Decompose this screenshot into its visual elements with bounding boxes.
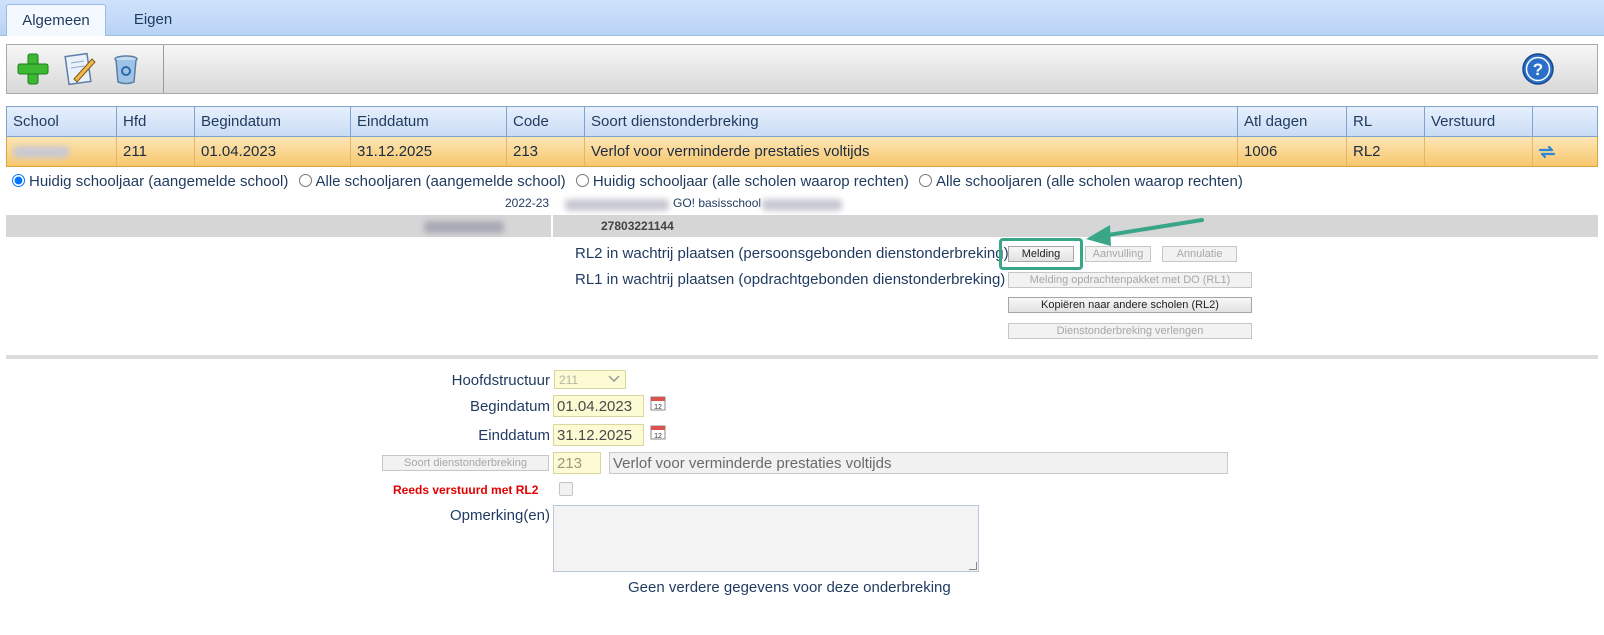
help-icon[interactable]: ? bbox=[1521, 52, 1555, 86]
cell-school bbox=[7, 137, 117, 166]
column-atl-dagen[interactable]: Atl dagen bbox=[1238, 107, 1347, 136]
radio-input[interactable] bbox=[298, 174, 312, 187]
hoofdstructuur-value: 211 bbox=[559, 373, 579, 387]
redacted-school-city bbox=[762, 199, 842, 211]
column-code[interactable]: Code bbox=[507, 107, 585, 136]
toolbar: ? bbox=[6, 44, 1598, 94]
radio-label: Huidig schooljaar (aangemelde school) bbox=[29, 173, 289, 190]
radio-input[interactable] bbox=[919, 174, 933, 187]
reeds-verstuurd-checkbox[interactable] bbox=[559, 482, 573, 496]
rl2-label: RL2 in wachtrij plaatsen (persoonsgebond… bbox=[575, 245, 1009, 262]
column-rl[interactable]: RL bbox=[1347, 107, 1425, 136]
person-number: 27803221144 bbox=[601, 219, 674, 233]
toolbar-separator bbox=[163, 45, 164, 93]
radio-alle-aangemeld[interactable]: Alle schooljaren (aangemelde school) bbox=[298, 173, 566, 190]
verlengen-button[interactable]: Dienstonderbreking verlengen bbox=[1008, 323, 1252, 339]
column-verstuurd[interactable]: Verstuurd bbox=[1425, 107, 1533, 136]
begindatum-input[interactable]: 01.04.2023 bbox=[553, 395, 644, 417]
soort-omschrijving-input: Verlof voor verminderde prestaties volti… bbox=[609, 452, 1228, 474]
cell-atl-dagen: 1006 bbox=[1238, 137, 1347, 166]
column-einddatum[interactable]: Einddatum bbox=[351, 107, 507, 136]
annotation-arrow-icon bbox=[1086, 218, 1204, 246]
section-divider bbox=[6, 355, 1598, 359]
cell-einddatum: 31.12.2025 bbox=[351, 137, 507, 166]
radio-input[interactable] bbox=[575, 174, 589, 187]
tab-algemeen[interactable]: Algemeen bbox=[6, 4, 106, 36]
radio-label: Alle schooljaren (alle scholen waarop re… bbox=[936, 173, 1243, 190]
tab-bar: Algemeen Eigen bbox=[0, 0, 1604, 36]
radio-input[interactable] bbox=[12, 174, 25, 187]
einddatum-label: Einddatum bbox=[478, 427, 550, 444]
redacted-person-name bbox=[424, 221, 504, 233]
melding-rl1-button[interactable]: Melding opdrachtenpakket met DO (RL1) bbox=[1008, 272, 1252, 288]
cell-soort: Verlof voor verminderde prestaties volti… bbox=[585, 137, 1238, 166]
redacted-school-number bbox=[565, 199, 669, 211]
column-hfd[interactable]: Hfd bbox=[117, 107, 195, 136]
redacted-school bbox=[13, 146, 69, 159]
refresh-icon[interactable] bbox=[1537, 142, 1557, 162]
melding-button[interactable]: Melding bbox=[1008, 246, 1074, 262]
rl1-label: RL1 in wachtrij plaatsen (opdrachtgebond… bbox=[575, 271, 1006, 288]
no-data-message: Geen verdere gegevens voor deze onderbre… bbox=[628, 579, 951, 596]
number-bar: 27803221144 bbox=[553, 215, 1598, 237]
column-begindatum[interactable]: Begindatum bbox=[195, 107, 351, 136]
table-row[interactable]: 211 01.04.2023 31.12.2025 213 Verlof voo… bbox=[6, 137, 1598, 167]
radio-label: Alle schooljaren (aangemelde school) bbox=[315, 173, 566, 190]
einddatum-input[interactable]: 31.12.2025 bbox=[553, 424, 644, 446]
cell-begindatum: 01.04.2023 bbox=[195, 137, 351, 166]
kopieren-button[interactable]: Kopiëren naar andere scholen (RL2) bbox=[1008, 297, 1252, 313]
cell-hfd: 211 bbox=[117, 137, 195, 166]
radio-alle-alle[interactable]: Alle schooljaren (alle scholen waarop re… bbox=[919, 173, 1243, 190]
soort-dienstonderbreking-button[interactable]: Soort dienstonderbreking bbox=[382, 455, 549, 471]
svg-text:?: ? bbox=[1533, 60, 1543, 79]
svg-text:12: 12 bbox=[654, 433, 662, 440]
person-bar bbox=[6, 215, 551, 237]
calendar-icon[interactable]: 12 bbox=[650, 395, 666, 411]
opmerkingen-label: Opmerking(en) bbox=[449, 507, 550, 524]
radio-label: Huidig schooljaar (alle scholen waarop r… bbox=[592, 173, 909, 190]
begindatum-label: Begindatum bbox=[469, 398, 550, 415]
calendar-icon[interactable]: 12 bbox=[650, 424, 666, 440]
soort-code-input[interactable]: 213 bbox=[553, 452, 601, 474]
grid-header: School Hfd Begindatum Einddatum Code Soo… bbox=[6, 106, 1598, 137]
column-school[interactable]: School bbox=[7, 107, 117, 136]
tab-eigen[interactable]: Eigen bbox=[110, 4, 196, 36]
cell-verstuurd bbox=[1425, 137, 1533, 166]
svg-text:12: 12 bbox=[654, 404, 662, 411]
schooljaar-value: 2022-23 bbox=[505, 196, 550, 210]
cell-rl: RL2 bbox=[1347, 137, 1425, 166]
add-icon[interactable] bbox=[15, 51, 51, 87]
column-soort[interactable]: Soort dienstonderbreking bbox=[585, 107, 1238, 136]
radio-huidig-alle[interactable]: Huidig schooljaar (alle scholen waarop r… bbox=[575, 173, 909, 190]
school-name: GO! basisschool bbox=[673, 196, 762, 210]
chevron-down-icon bbox=[608, 375, 620, 383]
hoofdstructuur-label: Hoofdstructuur bbox=[451, 372, 550, 389]
hoofdstructuur-select[interactable]: 211 bbox=[554, 370, 626, 389]
cell-code: 213 bbox=[507, 137, 585, 166]
radio-huidig-aangemeld[interactable]: Huidig schooljaar (aangemelde school) bbox=[12, 173, 288, 190]
delete-icon[interactable] bbox=[108, 51, 144, 87]
edit-icon[interactable] bbox=[62, 51, 98, 87]
schooljaar-filter: Huidig schooljaar (aangemelde school) Al… bbox=[12, 173, 1249, 190]
reeds-verstuurd-label: Reeds verstuurd met RL2 bbox=[393, 483, 539, 497]
resize-handle[interactable] bbox=[969, 562, 977, 570]
opmerkingen-textarea[interactable] bbox=[553, 505, 979, 572]
